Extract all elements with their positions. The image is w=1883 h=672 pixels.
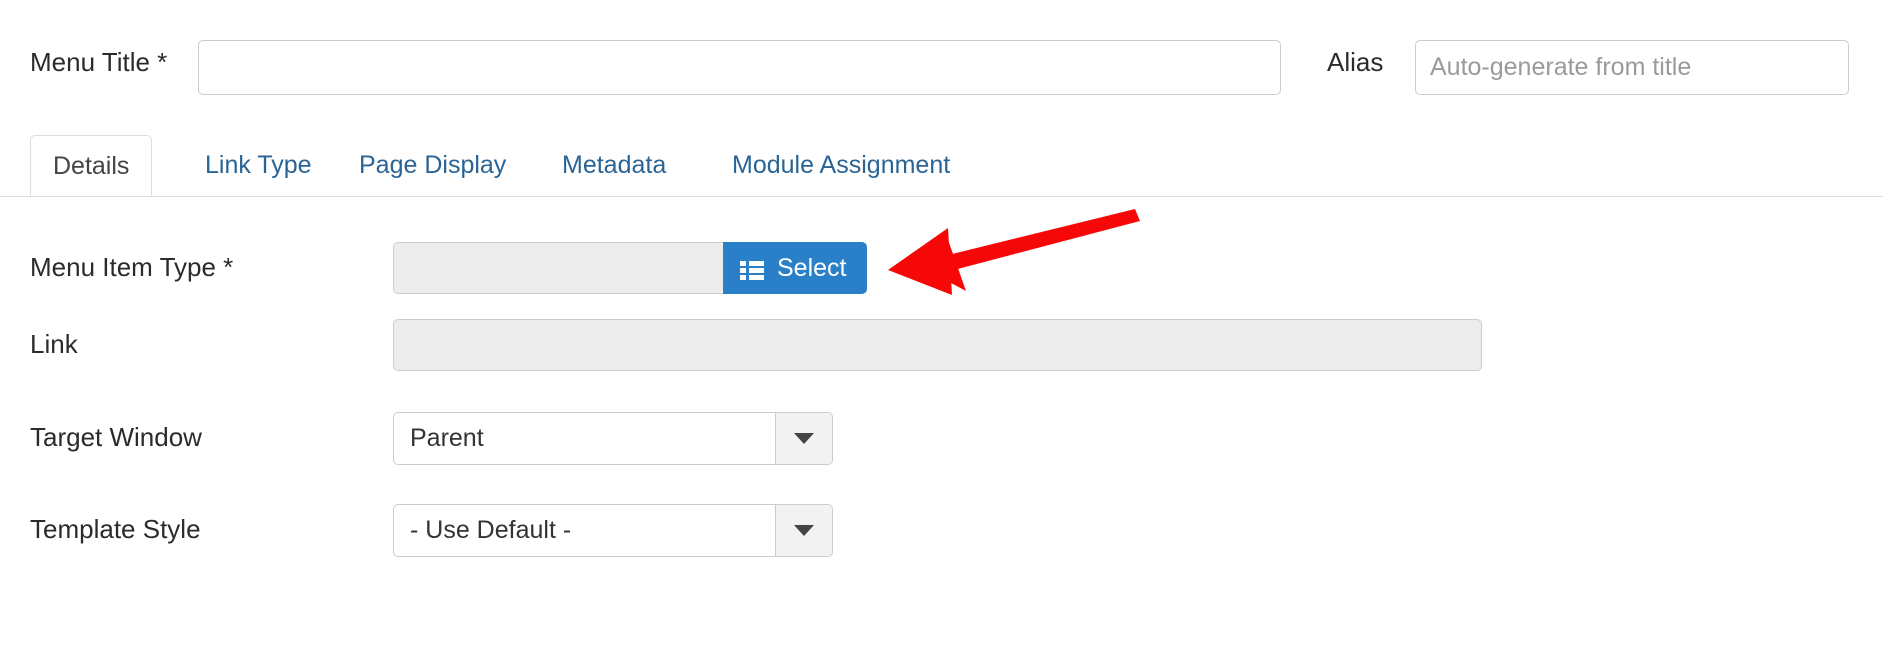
template-style-dropdown-button[interactable]	[775, 505, 832, 556]
link-group	[393, 319, 1482, 371]
link-label: Link	[30, 329, 78, 359]
chevron-down-icon	[794, 433, 814, 444]
red-left-arrow-icon	[888, 209, 1140, 295]
list-icon	[740, 258, 764, 280]
tab-details[interactable]: Details	[30, 135, 153, 196]
target-window-label: Target Window	[30, 422, 202, 452]
menu-title-input[interactable]	[198, 40, 1281, 95]
menu-item-type-group: Select	[393, 242, 868, 294]
template-style-label: Template Style	[30, 514, 201, 544]
tab-link-type[interactable]: Link Type	[183, 135, 334, 196]
tab-module-assignment[interactable]: Module Assignment	[710, 135, 972, 196]
alias-input[interactable]	[1415, 40, 1849, 95]
tab-page-display[interactable]: Page Display	[337, 135, 528, 196]
menu-item-type-select-button[interactable]: Select	[723, 242, 868, 294]
menu-title-label: Menu Title *	[30, 47, 168, 77]
menu-item-type-label: Menu Item Type *	[30, 252, 234, 282]
chevron-down-icon	[794, 525, 814, 536]
menu-item-type-select-button-label: Select	[777, 253, 847, 282]
target-window-select-value: Parent	[410, 424, 484, 452]
target-window-select[interactable]: Parent	[393, 412, 833, 465]
template-style-select-value: - Use Default -	[410, 516, 572, 544]
title-row: Menu Title * Alias	[0, 0, 1883, 108]
tab-metadata[interactable]: Metadata	[540, 135, 688, 196]
template-style-select[interactable]: - Use Default -	[393, 504, 833, 557]
link-input[interactable]	[393, 319, 1482, 371]
target-window-dropdown-button[interactable]	[775, 413, 832, 464]
menu-item-type-input[interactable]	[393, 242, 723, 294]
alias-label: Alias	[1327, 47, 1384, 77]
tab-bar: Details Link Type Page Display Metadata …	[0, 135, 1883, 197]
annotation-arrow-overlay	[870, 195, 1170, 310]
